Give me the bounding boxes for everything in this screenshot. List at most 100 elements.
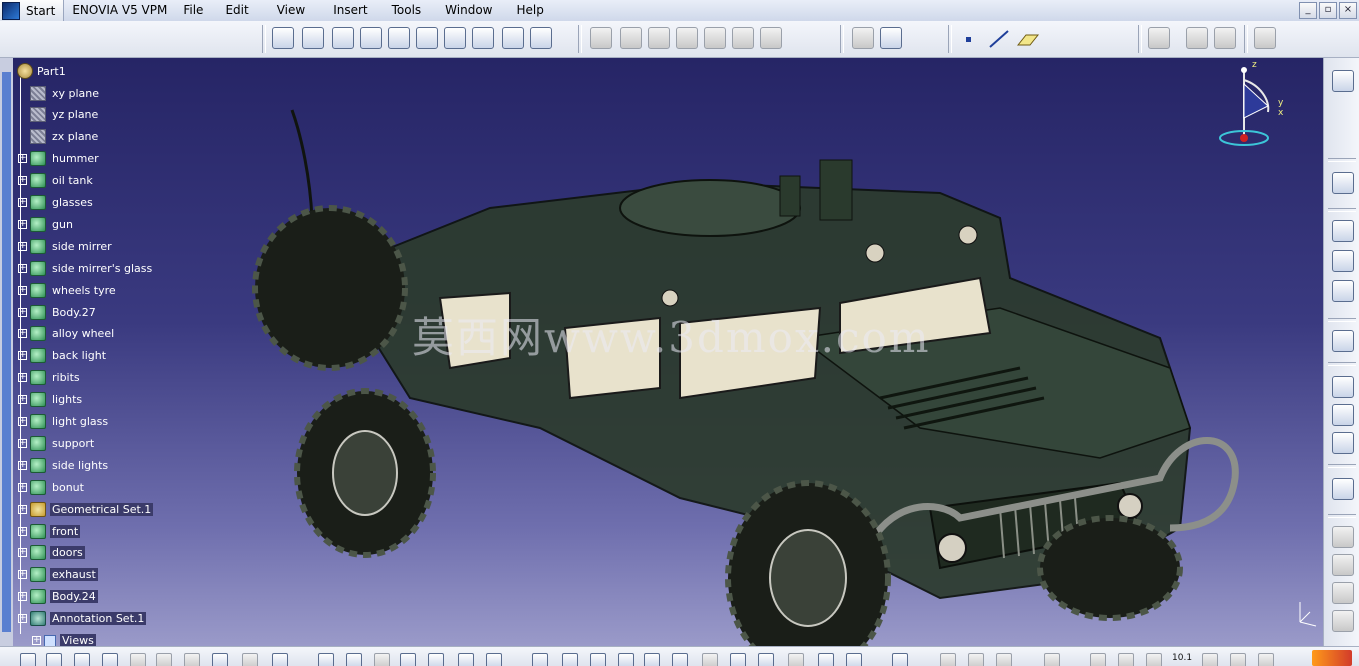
menu-file[interactable]: File xyxy=(175,0,211,21)
tree-scrollbar[interactable] xyxy=(0,58,13,646)
pad-icon[interactable] xyxy=(332,27,354,49)
remove-face-icon[interactable] xyxy=(880,27,902,49)
menu-edit[interactable]: Edit xyxy=(211,0,256,21)
expand-toggle-icon[interactable]: + xyxy=(18,154,27,164)
tree-root-part1[interactable]: Part1 xyxy=(17,62,66,80)
expand-toggle-icon[interactable]: + xyxy=(18,241,27,251)
save-icon[interactable] xyxy=(74,653,90,666)
close-icon[interactable]: × xyxy=(1339,2,1357,19)
expand-toggle-icon[interactable]: + xyxy=(18,329,27,339)
expand-toggle-icon[interactable]: + xyxy=(18,176,27,186)
part-body-icon[interactable] xyxy=(1332,172,1354,194)
restore-icon[interactable]: ▫ xyxy=(1319,2,1337,19)
expand-toggle-icon[interactable]: + xyxy=(18,504,27,514)
rotate-icon[interactable] xyxy=(1332,554,1354,576)
apply-material-icon[interactable] xyxy=(1332,280,1354,302)
normal-view-icon[interactable] xyxy=(702,653,718,666)
sketcher-icon[interactable] xyxy=(1332,478,1354,500)
hide-icon[interactable] xyxy=(1230,653,1246,666)
tree-node[interactable]: xy plane xyxy=(18,84,101,102)
zoom-out-icon[interactable] xyxy=(672,653,688,666)
thickness-icon[interactable] xyxy=(760,27,782,49)
zoom-in-icon[interactable] xyxy=(644,653,660,666)
tree-node[interactable]: + light glass xyxy=(18,413,110,431)
knowledge-icon[interactable] xyxy=(346,653,362,666)
fit-all-icon[interactable] xyxy=(562,653,578,666)
tree-node[interactable]: + ribits xyxy=(18,369,82,387)
line-icon[interactable] xyxy=(988,29,1010,49)
tree-node[interactable]: + Body.27 xyxy=(18,303,98,321)
select-arrow-icon[interactable] xyxy=(1332,330,1354,352)
expand-toggle-icon[interactable]: + xyxy=(18,285,27,295)
swap-space-icon[interactable] xyxy=(846,653,862,666)
shell-icon[interactable] xyxy=(732,27,754,49)
expand-toggle-icon[interactable]: + xyxy=(18,417,27,426)
paste-icon[interactable] xyxy=(184,653,200,666)
formula-icon[interactable] xyxy=(318,653,334,666)
removed-multi-section-icon[interactable] xyxy=(620,27,642,49)
boolean-icon[interactable] xyxy=(1148,27,1170,49)
compass-widget[interactable]: z y x xyxy=(1210,60,1290,150)
grid-icon[interactable] xyxy=(1258,653,1274,666)
shading-icon[interactable] xyxy=(788,653,804,666)
measure-between-icon[interactable] xyxy=(940,653,956,666)
3d-viewport[interactable]: Part1 xy plane yz plane zx plane + hummer + oi… xyxy=(0,58,1323,646)
analysis-icon[interactable] xyxy=(458,653,474,666)
fly-mode-icon[interactable] xyxy=(532,653,548,666)
start-menu-button[interactable]: Start xyxy=(0,0,65,21)
catalog-browser-icon[interactable] xyxy=(1090,653,1106,666)
expand-toggle-icon[interactable]: + xyxy=(18,395,27,405)
open-file-icon[interactable] xyxy=(46,653,62,666)
menu-window[interactable]: Window xyxy=(429,0,500,21)
axis-to-axis-icon[interactable] xyxy=(1332,610,1354,632)
tree-node[interactable]: + Geometrical Set.1 xyxy=(18,500,154,518)
thread-icon[interactable] xyxy=(852,27,874,49)
plane-icon[interactable] xyxy=(1016,29,1040,49)
rotate-view-icon[interactable] xyxy=(618,653,634,666)
wheel-icon[interactable] xyxy=(1118,653,1134,666)
menu-view[interactable]: View xyxy=(257,0,313,21)
menu-enovia[interactable]: ENOVIA V5 VPM xyxy=(64,0,175,21)
measure-inertia-icon[interactable] xyxy=(996,653,1012,666)
chamfer-icon[interactable] xyxy=(676,27,698,49)
help-icon[interactable] xyxy=(272,653,288,666)
multi-section-icon[interactable] xyxy=(590,27,612,49)
text-annotation-icon[interactable] xyxy=(1332,220,1354,242)
measure-item-icon[interactable] xyxy=(968,653,984,666)
menu-help[interactable]: Help xyxy=(501,0,552,21)
part-design-icon[interactable] xyxy=(272,27,294,49)
tree-node[interactable]: + side mirrer xyxy=(18,237,114,255)
tree-node[interactable]: zx plane xyxy=(18,128,100,146)
tree-node[interactable]: + wheels tyre xyxy=(18,281,118,299)
expand-toggle-icon[interactable]: + xyxy=(18,526,27,536)
parameter-icon[interactable] xyxy=(374,653,390,666)
tree-node[interactable]: + hummer xyxy=(18,150,101,168)
expand-toggle-icon[interactable]: + xyxy=(18,351,27,361)
update-icon[interactable] xyxy=(1332,376,1354,398)
table-icon[interactable] xyxy=(400,653,416,666)
expand-toggle-icon[interactable]: + xyxy=(18,482,27,492)
draft-icon[interactable] xyxy=(704,27,726,49)
point-icon[interactable] xyxy=(966,37,971,42)
slot-icon[interactable] xyxy=(502,27,524,49)
menu-insert[interactable]: Insert xyxy=(313,0,375,21)
iso-view-icon[interactable] xyxy=(758,653,774,666)
shaft-icon[interactable] xyxy=(388,27,410,49)
tree-node[interactable]: + Views xyxy=(32,632,96,646)
symmetry-icon[interactable] xyxy=(1332,582,1354,604)
expand-toggle-icon[interactable]: + xyxy=(18,460,27,470)
expand-toggle-icon[interactable]: + xyxy=(18,570,27,580)
flag-note-icon[interactable] xyxy=(1332,250,1354,272)
tree-node[interactable]: + gun xyxy=(18,215,75,233)
expand-toggle-icon[interactable]: + xyxy=(18,592,27,602)
undo-icon[interactable] xyxy=(212,653,228,666)
tree-node[interactable]: + lights xyxy=(18,391,84,409)
sketch-icon[interactable] xyxy=(302,27,324,49)
cut-icon[interactable] xyxy=(130,653,146,666)
expand-toggle-icon[interactable]: + xyxy=(18,307,27,317)
mirror-icon[interactable] xyxy=(1214,27,1236,49)
settings-gear-icon[interactable] xyxy=(1332,70,1354,92)
menu-tools[interactable]: Tools xyxy=(376,0,430,21)
tree-node[interactable]: + bonut xyxy=(18,478,86,496)
expand-toggle-icon[interactable]: + xyxy=(18,548,27,558)
